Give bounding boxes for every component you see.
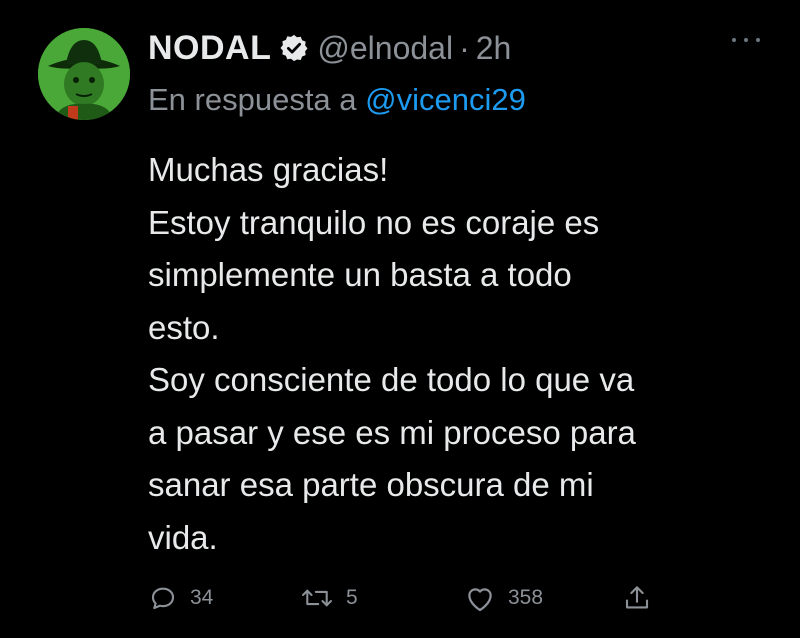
tweet-text-line: simplemente un basta a todo bbox=[148, 256, 572, 293]
tweet-text-line: Soy consciente de todo lo que va bbox=[148, 361, 635, 398]
tweet-text: Muchas gracias! Estoy tranquilo no es co… bbox=[148, 144, 768, 564]
tweet-text-line: esto. bbox=[148, 308, 220, 346]
reply-mention-link[interactable]: @vicenci29 bbox=[365, 82, 526, 117]
verified-badge-icon bbox=[279, 33, 309, 63]
tweet-text-line: Muchas gracias! bbox=[148, 151, 389, 188]
tweet-header: NODAL @elnodal · 2h bbox=[148, 26, 511, 70]
retweet-count: 5 bbox=[346, 586, 358, 609]
tweet-text-line: a pasar y ese es mi proceso para bbox=[148, 413, 636, 451]
retweet-button[interactable]: 5 bbox=[300, 578, 358, 618]
share-button[interactable] bbox=[622, 578, 652, 618]
user-handle[interactable]: @elnodal bbox=[317, 30, 453, 67]
avatar-image bbox=[38, 28, 130, 120]
like-count: 358 bbox=[508, 586, 544, 609]
tweet-card[interactable]: NODAL @elnodal · 2h En respuesta a @vice… bbox=[0, 0, 800, 638]
more-dots-icon[interactable] bbox=[732, 30, 760, 50]
share-upload-icon bbox=[622, 583, 652, 613]
separator-dot: · bbox=[459, 29, 470, 66]
heart-icon bbox=[464, 583, 496, 613]
reply-context: En respuesta a @vicenci29 bbox=[148, 82, 526, 118]
tweet-text-line: Estoy tranquilo no es coraje es bbox=[148, 203, 600, 241]
reply-button[interactable]: 34 bbox=[148, 578, 213, 618]
tweet-text-line: vida. bbox=[148, 518, 218, 556]
display-name[interactable]: NODAL bbox=[148, 29, 271, 68]
reply-count: 34 bbox=[190, 586, 214, 609]
avatar[interactable] bbox=[38, 28, 130, 120]
like-button[interactable]: 358 bbox=[464, 578, 543, 618]
retweet-icon bbox=[300, 583, 334, 613]
reply-prefix: En respuesta a bbox=[148, 82, 366, 117]
timestamp[interactable]: 2h bbox=[476, 30, 512, 67]
tweet-text-line: sanar esa parte obscura de mi bbox=[148, 466, 594, 503]
action-bar: 34 5 358 bbox=[148, 578, 668, 618]
reply-bubble-icon bbox=[148, 583, 178, 613]
